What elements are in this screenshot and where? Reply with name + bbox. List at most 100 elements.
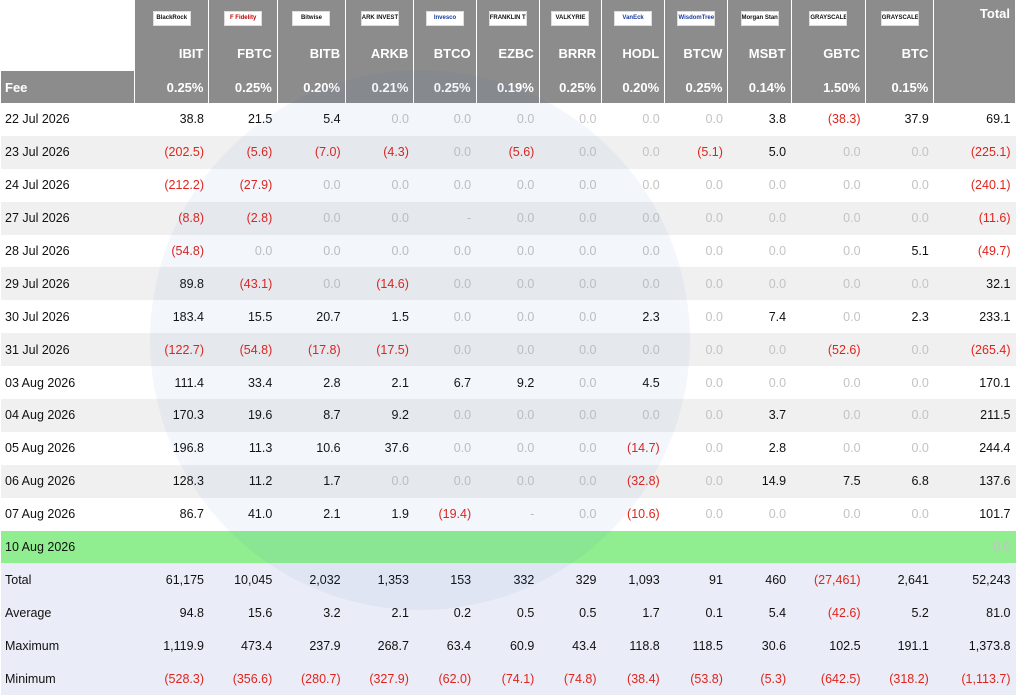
flow-cell: 0.0 — [727, 267, 792, 301]
flow-cell: 11.3 — [208, 431, 278, 465]
table-row: 05 Aug 2026 196.8 11.3 10.6 37.6 0.0 0.0 0.0 (14… — [1, 431, 1016, 465]
issuer-logo-cell: F Fidelity — [208, 0, 278, 36]
fee-cell: 1.50% — [791, 71, 867, 103]
flow-cell: (54.8) — [134, 234, 209, 268]
ticker-gbtc: GBTC — [791, 36, 867, 71]
flow-cell: 0.0 — [865, 497, 934, 531]
issuer-logo-cell: WisdomTree — [664, 0, 729, 36]
row-date: 28 Jul 2026 — [1, 234, 135, 268]
row-date: 31 Jul 2026 — [1, 333, 135, 367]
summary-cell: 1,353 — [345, 563, 414, 597]
flow-cell: 111.4 — [134, 366, 209, 400]
issuer-logo-cell: Bitwise — [277, 0, 347, 36]
corner-cell — [1, 0, 136, 36]
vaneck-logo: VanEck — [614, 10, 653, 26]
grayscale-logo-2: GRAYSCALE — [880, 10, 919, 26]
flow-cell: 1.9 — [345, 497, 414, 531]
flow-cell: 69.1 — [933, 103, 1016, 136]
flow-cell: 0.0 — [727, 168, 792, 202]
table-row: 24 Jul 2026 (212.2) (27.9) 0.0 0.0 0.0 0.0 0.0 0… — [1, 168, 1016, 202]
flow-cell: - — [413, 530, 477, 564]
issuer-logo-cell: Invesco — [413, 0, 477, 36]
summary-cell: 52,243 — [933, 563, 1016, 597]
flow-cell: 0.0 — [791, 497, 866, 531]
flow-cell: (49.7) — [933, 234, 1016, 268]
flow-cell: 137.6 — [933, 464, 1016, 498]
flow-cell: 183.4 — [134, 300, 209, 334]
flow-cell: 0.0 — [601, 135, 665, 169]
fee-cell: 0.19% — [476, 71, 540, 103]
summary-cell: (42.6) — [791, 596, 866, 630]
row-date: 24 Jul 2026 — [1, 168, 135, 202]
flow-cell: 233.1 — [933, 300, 1016, 334]
flow-cell: 0.0 — [601, 234, 665, 268]
flow-cell: 0.0 — [601, 103, 665, 136]
franklin-logo: FRANKLIN TEMPLETON — [488, 10, 527, 26]
flow-cell: 0.0 — [413, 168, 477, 202]
flow-cell: 196.8 — [134, 431, 209, 465]
flow-cell: (17.8) — [277, 333, 346, 367]
summary-cell: 102.5 — [791, 629, 866, 663]
flow-cell: 15.5 — [208, 300, 278, 334]
flow-cell: (5.6) — [208, 135, 278, 169]
fee-cell: 0.20% — [601, 71, 666, 103]
flow-cell: 0.0 — [476, 234, 540, 268]
summary-cell: 30.6 — [727, 629, 792, 663]
flow-cell: 0.0 — [476, 103, 540, 136]
flow-cell: 0.0 — [476, 168, 540, 202]
row-date: 04 Aug 2026 — [1, 399, 135, 432]
flow-cell: 0.0 — [727, 497, 792, 531]
flow-cell: 0.0 — [413, 103, 477, 136]
flow-cell: 0.0 — [413, 464, 477, 498]
table-row: 10 Aug 2026- - - - - - - - - - - -0.0 — [1, 530, 1016, 564]
summary-cell: 118.8 — [601, 629, 665, 663]
flow-cell: 0.0 — [791, 234, 866, 268]
ticker-brrr: BRRR — [539, 36, 603, 71]
flow-cell: 101.7 — [933, 497, 1016, 531]
flow-cell: 0.0 — [601, 399, 665, 432]
flow-cell: - — [727, 530, 792, 564]
fee-total-blank — [933, 71, 1016, 103]
ark-logo: ARK INVEST — [360, 10, 399, 26]
flow-cell: 0.0 — [277, 201, 346, 235]
flow-cell: 0.0 — [664, 168, 728, 202]
summary-cell: 268.7 — [345, 629, 414, 663]
issuer-logo-cell: GRAYSCALE — [865, 0, 935, 36]
ticker-msbt: MSBT — [727, 36, 792, 71]
issuer-logo-cell: ARK INVEST — [345, 0, 415, 36]
etf-flow-table: BlackRock F Fidelity Bitwise ARK INVEST Inve… — [1, 0, 1016, 696]
morgan-stanley-logo: Morgan Stanley — [740, 10, 779, 26]
summary-cell: 0.5 — [476, 596, 540, 630]
fee-row: Fee 0.25% 0.25% 0.20% 0.21% 0.25% 0.19% 0.25% 0… — [1, 71, 1016, 103]
flow-cell: (17.5) — [345, 333, 414, 367]
flow-cell: 2.1 — [345, 366, 414, 400]
summary-cell: 2.1 — [345, 596, 414, 630]
flow-cell: - — [413, 201, 477, 235]
fee-cell: 0.25% — [134, 71, 210, 103]
flow-cell: 6.7 — [413, 366, 477, 400]
flow-cell: 9.2 — [476, 366, 540, 400]
flow-cell: 0.0 — [664, 333, 728, 367]
fee-cell: 0.21% — [345, 71, 415, 103]
summary-cell: 332 — [476, 563, 540, 597]
ticker-hodl: HODL — [601, 36, 666, 71]
flow-cell: 0.0 — [664, 300, 728, 334]
flow-cell: 0.0 — [865, 201, 934, 235]
fee-cell: 0.25% — [664, 71, 729, 103]
flow-cell: 0.0 — [601, 267, 665, 301]
summary-cell: (318.2) — [865, 662, 934, 696]
flow-cell: 0.0 — [345, 464, 414, 498]
flow-cell: 0.0 — [727, 234, 792, 268]
flow-cell: 0.0 — [727, 333, 792, 367]
flow-cell: (4.3) — [345, 135, 414, 169]
flow-cell: - — [134, 530, 209, 564]
flow-cell: 0.0 — [865, 267, 934, 301]
flow-cell: 0.0 — [664, 267, 728, 301]
issuer-logo-cell: BlackRock — [134, 0, 210, 36]
summary-cell: 5.2 — [865, 596, 934, 630]
flow-cell: 0.0 — [539, 135, 602, 169]
row-date: 06 Aug 2026 — [1, 464, 135, 498]
flow-cell: 89.8 — [134, 267, 209, 301]
flow-cell: 0.0 — [539, 464, 602, 498]
flow-cell: 5.4 — [277, 103, 346, 136]
